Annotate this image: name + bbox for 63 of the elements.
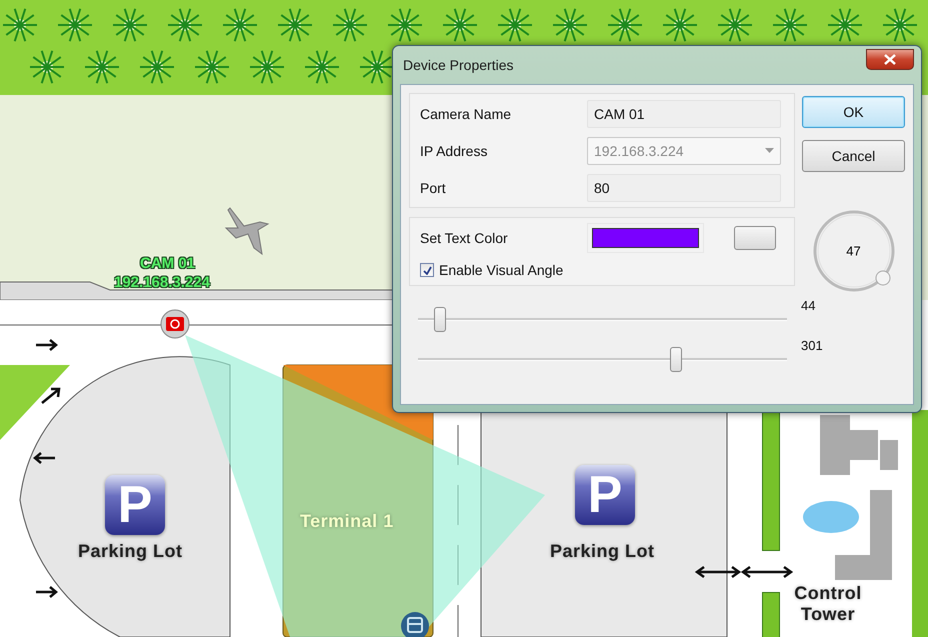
field-label: Camera Name xyxy=(420,106,512,122)
angle-dial[interactable]: 47 xyxy=(810,208,896,294)
camera-name-label: CAM 01 xyxy=(140,255,196,272)
slider-thumb[interactable] xyxy=(434,306,446,332)
shrub-drawing xyxy=(278,8,312,42)
slider-value: 301 xyxy=(801,338,823,352)
field-label: Port xyxy=(420,180,447,196)
camera-icon[interactable] xyxy=(160,309,190,339)
shrub-drawing xyxy=(663,8,697,42)
shrub-drawing xyxy=(828,8,862,42)
slider-thumb[interactable] xyxy=(670,346,682,372)
double-arrow-icon xyxy=(740,566,794,578)
shrub-drawing xyxy=(113,8,147,42)
field-label: IP Address xyxy=(420,142,488,158)
arrow-icon xyxy=(34,586,58,598)
shrub-drawing xyxy=(250,50,284,84)
shrub-drawing xyxy=(443,8,477,42)
shrub-drawing xyxy=(773,8,807,42)
shrub-drawing xyxy=(3,8,37,42)
visual-angle-checkbox[interactable]: Enable Visual Angle xyxy=(420,260,784,280)
bus-icon[interactable] xyxy=(400,611,430,637)
shrub-drawing xyxy=(140,50,174,84)
shrub-drawing xyxy=(553,8,587,42)
shrub-drawing xyxy=(58,8,92,42)
cancel-button[interactable]: Cancel xyxy=(802,140,905,172)
arrow-icon xyxy=(40,388,60,404)
shrub-drawing xyxy=(608,8,642,42)
field-label: Set Text Color xyxy=(420,230,509,246)
checkbox[interactable] xyxy=(420,263,434,277)
parking-label: Parking Lot xyxy=(78,541,183,562)
parking-sign: P xyxy=(575,465,635,525)
shrub-drawing xyxy=(30,50,64,84)
check-icon xyxy=(422,266,432,274)
hedge-strip xyxy=(762,592,780,637)
arrow-icon xyxy=(33,452,56,464)
text-field[interactable]: CAM 01 xyxy=(587,100,781,128)
color-swatch[interactable] xyxy=(587,222,704,252)
shrub-drawing xyxy=(883,8,917,42)
ok-button[interactable]: OK xyxy=(802,96,905,128)
camera-address-label: 192.168.3.224 xyxy=(114,274,210,291)
caret-icon xyxy=(765,148,774,153)
close-icon xyxy=(884,54,896,64)
close-button[interactable] xyxy=(866,48,914,70)
parking-sign: P xyxy=(105,475,165,535)
shrub-drawing xyxy=(498,8,532,42)
shrub-drawing xyxy=(333,8,367,42)
terminal-label: Terminal 1 xyxy=(300,511,394,532)
shrub-drawing xyxy=(85,50,119,84)
dialog-title: Device Properties xyxy=(402,57,514,73)
tower-label: Control Tower xyxy=(793,583,863,625)
double-arrow-icon xyxy=(694,566,742,578)
parking-label: Parking Lot xyxy=(550,541,655,562)
pond-drawing xyxy=(803,501,859,533)
slider-value: 44 xyxy=(801,298,816,312)
shrub-drawing xyxy=(195,50,229,84)
shrub-drawing xyxy=(223,8,257,42)
shrub-drawing xyxy=(718,8,752,42)
arrow-icon xyxy=(34,338,58,352)
text-field[interactable]: 80 xyxy=(587,174,781,202)
shrub-drawing xyxy=(168,8,202,42)
color-picker-button[interactable] xyxy=(734,226,776,250)
shrub-drawing xyxy=(388,8,422,42)
shrub-drawing xyxy=(305,50,339,84)
